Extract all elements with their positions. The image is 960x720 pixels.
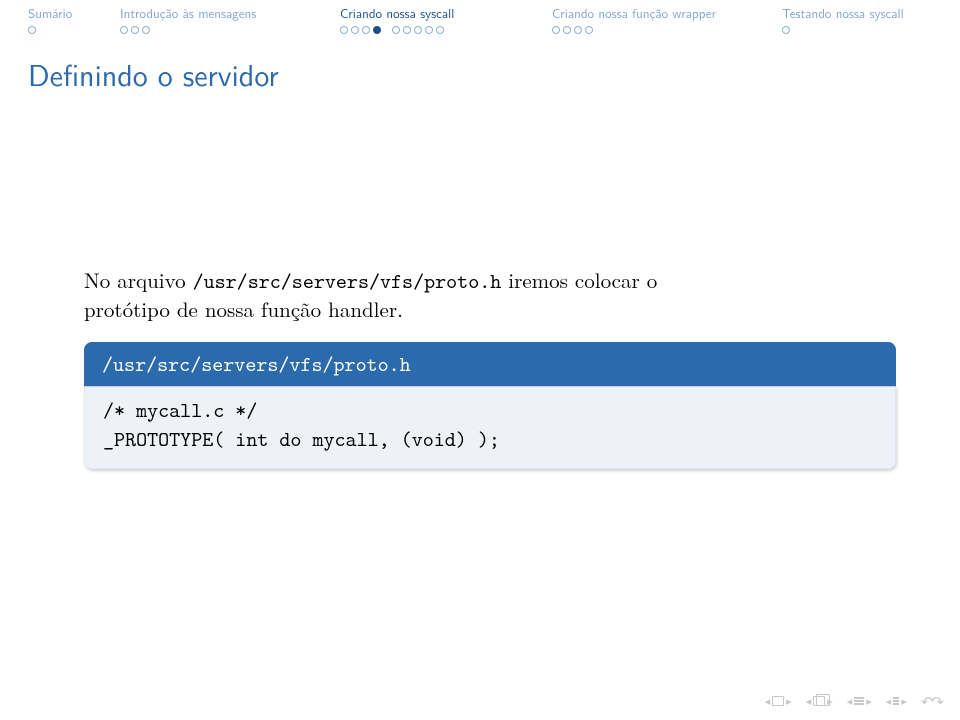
nav-item-sumario[interactable]: Sumário <box>28 6 120 34</box>
progress-dot-icon[interactable] <box>425 26 433 34</box>
beamer-nav-symbols: ◂▸ ◂▸ ◂▸ ◂▸ ↶↷ <box>765 690 942 712</box>
slide-body: No arquivo /usr/src/servers/vfs/proto.h … <box>84 266 900 469</box>
nav-item-testando[interactable]: Testando nossa syscall <box>782 6 960 34</box>
nav-section-icon[interactable]: ◂▸ <box>847 693 872 709</box>
progress-dot-icon[interactable] <box>131 26 139 34</box>
progress-dot-icon[interactable] <box>392 26 400 34</box>
progress-dot-icon[interactable] <box>403 26 411 34</box>
code-block: /usr/src/servers/vfs/proto.h /* mycall.c… <box>84 342 896 469</box>
progress-dot-icon[interactable] <box>120 26 128 34</box>
code-line: /* mycall.c */ <box>103 396 257 424</box>
progress-dot-icon[interactable] <box>340 26 348 34</box>
nav-dots <box>552 26 593 34</box>
frame-title: Definindo o servidor <box>28 52 279 96</box>
nav-item-criando-syscall[interactable]: Criando nossa syscall <box>340 6 552 34</box>
dot-group-gap <box>384 26 389 34</box>
progress-dot-icon[interactable] <box>782 26 790 34</box>
text-run: No arquivo <box>84 265 193 295</box>
underscore-space: _ <box>103 425 114 453</box>
nav-title[interactable]: Criando nossa syscall <box>340 6 454 22</box>
progress-dot-icon[interactable] <box>28 26 36 34</box>
nav-title[interactable]: Testando nossa syscall <box>782 6 904 22</box>
nav-title[interactable]: Criando nossa função wrapper <box>552 6 716 22</box>
code-block-title: /usr/src/servers/vfs/proto.h <box>84 342 896 386</box>
nav-title[interactable]: Introdução às mensagens <box>120 6 256 22</box>
text-run: protótipo de nossa função handler. <box>84 294 403 324</box>
section-nav: Sumário Introdução às mensagens Criando … <box>0 0 960 34</box>
nav-back-forward-icon[interactable]: ↶↷ <box>921 690 942 712</box>
nav-title[interactable]: Sumário <box>28 6 72 22</box>
nav-subsection-icon[interactable]: ◂▸ <box>886 693 907 709</box>
code-path: /usr/src/servers/vfs/proto.h <box>193 267 502 295</box>
progress-dot-icon[interactable] <box>351 26 359 34</box>
nav-slide-icon[interactable]: ◂▸ <box>765 693 792 709</box>
progress-dot-icon[interactable] <box>142 26 150 34</box>
body-paragraph: No arquivo /usr/src/servers/vfs/proto.h … <box>84 266 900 324</box>
nav-frame-icon[interactable]: ◂▸ <box>806 693 833 709</box>
nav-item-criando-wrapper[interactable]: Criando nossa função wrapper <box>552 6 782 34</box>
nav-dots <box>28 26 36 34</box>
nav-dots <box>340 26 444 34</box>
progress-dot-current-icon[interactable] <box>373 26 381 34</box>
code-block-body: /* mycall.c */ _PROTOTYPE( int do mycall… <box>84 386 896 469</box>
text-run: iremos colocar o <box>501 265 657 295</box>
progress-dot-icon[interactable] <box>362 26 370 34</box>
progress-dot-icon[interactable] <box>585 26 593 34</box>
progress-dot-icon[interactable] <box>552 26 560 34</box>
progress-dot-icon[interactable] <box>563 26 571 34</box>
progress-dot-icon[interactable] <box>414 26 422 34</box>
code-line: PROTOTYPE( int do mycall, (void) ); <box>114 425 500 453</box>
nav-item-introducao[interactable]: Introdução às mensagens <box>120 6 340 34</box>
nav-dots <box>120 26 150 34</box>
nav-dots <box>782 26 790 34</box>
progress-dot-icon[interactable] <box>574 26 582 34</box>
progress-dot-icon[interactable] <box>436 26 444 34</box>
